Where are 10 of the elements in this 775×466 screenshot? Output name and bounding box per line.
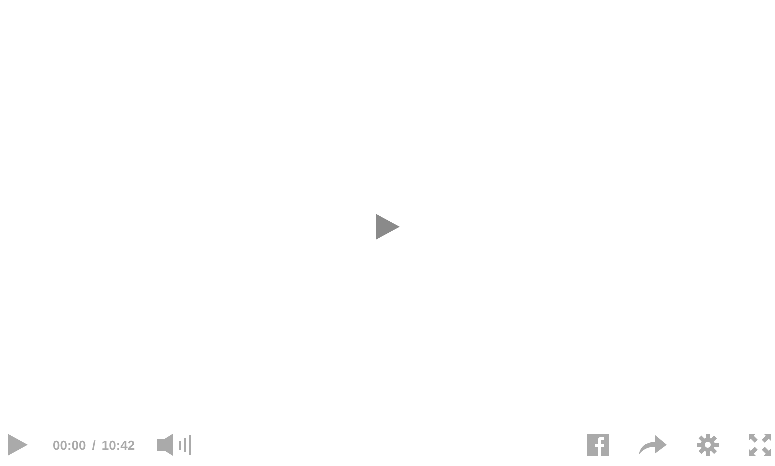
- volume-icon[interactable]: [157, 434, 194, 456]
- play-icon[interactable]: [376, 214, 400, 240]
- time-separator: /: [92, 438, 96, 452]
- fullscreen-icon[interactable]: [749, 434, 771, 456]
- square-f-icon[interactable]: [587, 434, 609, 456]
- settings-icon[interactable]: [697, 434, 719, 456]
- play-icon[interactable]: [8, 434, 28, 456]
- share-arrow-icon[interactable]: [639, 435, 667, 455]
- duration: 10:42: [102, 438, 136, 452]
- current-time: 00:00: [53, 438, 86, 452]
